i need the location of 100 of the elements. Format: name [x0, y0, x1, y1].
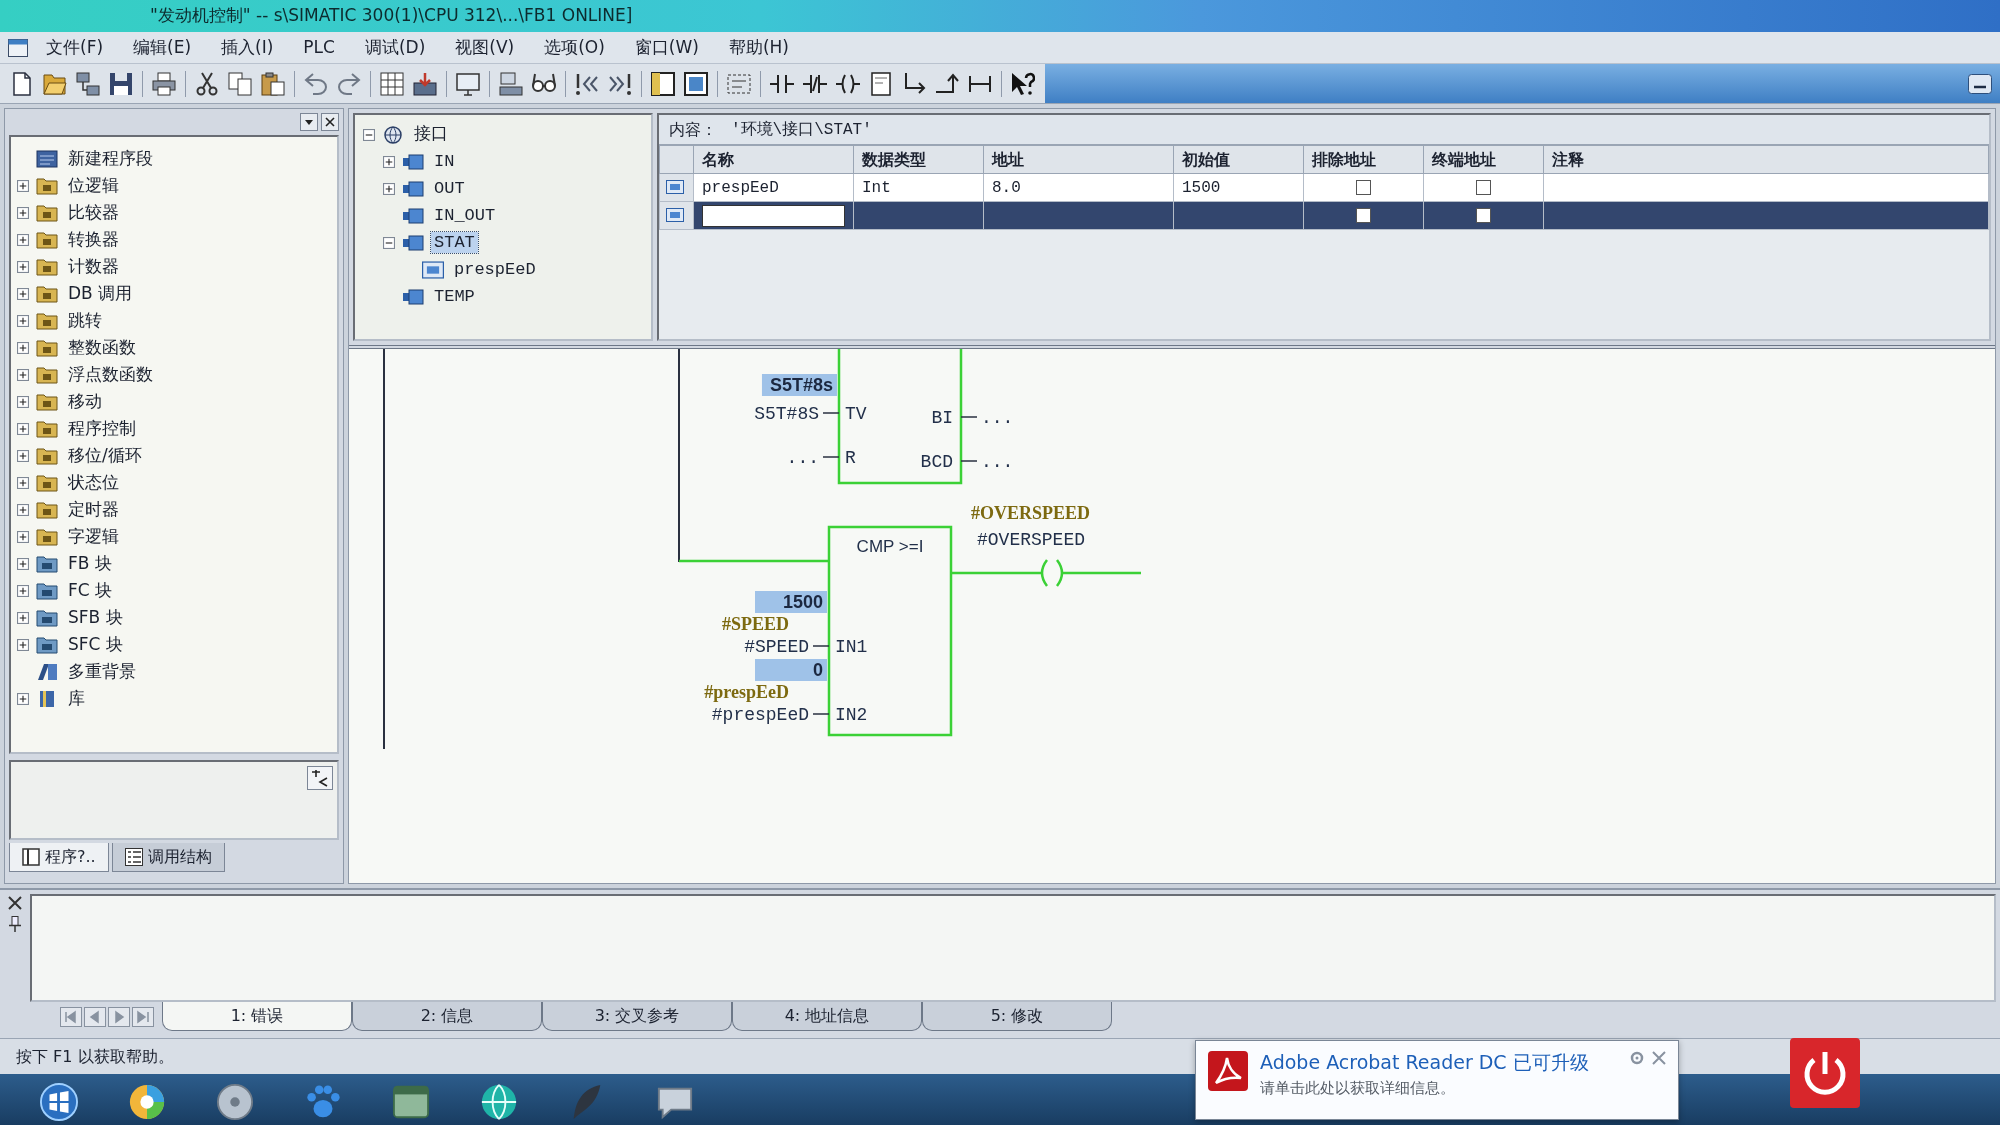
- notification-title[interactable]: Adobe Acrobat Reader DC 已可升级: [1260, 1051, 1618, 1075]
- expand-icon[interactable]: [17, 638, 29, 651]
- column-header[interactable]: 初始值: [1173, 145, 1304, 174]
- tree-item[interactable]: 字逻辑: [65, 525, 122, 548]
- previous-icon[interactable]: [84, 1007, 106, 1027]
- panel-tab[interactable]: 程序?..: [9, 843, 109, 872]
- dashed-box-icon[interactable]: [727, 71, 751, 96]
- skip-last-icon[interactable]: [132, 1007, 154, 1027]
- output-tab[interactable]: 3: 交叉参考: [542, 1002, 732, 1031]
- column-header[interactable]: 数据类型: [853, 145, 984, 174]
- menu-item[interactable]: 帮助(H): [716, 34, 801, 61]
- checkbox[interactable]: [1356, 179, 1371, 195]
- tree-item[interactable]: 比较器: [65, 201, 122, 224]
- column-header[interactable]: 注释: [1543, 145, 1989, 174]
- tree-item[interactable]: 浮点数函数: [65, 363, 156, 386]
- tree-item[interactable]: FC 块: [65, 579, 116, 602]
- output-tab[interactable]: 5: 修改: [922, 1002, 1112, 1031]
- collapse-icon[interactable]: [383, 236, 395, 249]
- expand-icon[interactable]: [17, 557, 29, 570]
- expand-icon[interactable]: [383, 155, 395, 168]
- table-row[interactable]: prespEeD Int 8.0 1500: [659, 173, 1989, 202]
- tree-item[interactable]: 接口: [411, 123, 451, 146]
- close-icon[interactable]: [321, 113, 339, 131]
- expand-icon[interactable]: [17, 530, 29, 543]
- expand-icon[interactable]: [17, 692, 29, 705]
- tree-item[interactable]: 库: [65, 687, 88, 710]
- expand-icon[interactable]: [17, 503, 29, 516]
- minimize-icon[interactable]: [1968, 73, 1992, 94]
- checkbox[interactable]: [1476, 179, 1491, 195]
- tree-item[interactable]: IN_OUT: [431, 204, 499, 227]
- image-window-icon[interactable]: [684, 71, 708, 96]
- tree-item[interactable]: SFC 块: [65, 633, 126, 656]
- menu-item[interactable]: 插入(I): [209, 34, 286, 61]
- expand-icon[interactable]: [17, 314, 29, 327]
- tree-item[interactable]: OUT: [431, 177, 468, 200]
- close-icon[interactable]: [8, 896, 22, 910]
- menu-item[interactable]: 视图(V): [443, 34, 527, 61]
- tree-item[interactable]: TEMP: [431, 285, 478, 308]
- output-tab[interactable]: 1: 错误: [162, 1002, 352, 1031]
- name-input[interactable]: [702, 204, 845, 227]
- tree-item[interactable]: 多重背景: [65, 660, 139, 683]
- computer-icon[interactable]: [499, 71, 523, 96]
- download-icon[interactable]: [413, 71, 437, 96]
- tree-item[interactable]: 转换器: [65, 228, 122, 251]
- notification-popup[interactable]: Adobe Acrobat Reader DC 已可升级 请单击此处以获取详细信息。: [1195, 1040, 1679, 1120]
- output-tab[interactable]: 2: 信息: [352, 1002, 542, 1031]
- skip-first-icon[interactable]: [60, 1007, 82, 1027]
- tree-item[interactable]: STAT: [431, 231, 478, 254]
- column-header[interactable]: 地址: [983, 145, 1174, 174]
- column-header[interactable]: 名称: [693, 145, 854, 174]
- print-icon[interactable]: [152, 71, 176, 96]
- power-icon[interactable]: [1790, 1038, 1860, 1108]
- tree-item[interactable]: DB 调用: [65, 282, 136, 305]
- expand-icon[interactable]: [17, 422, 29, 435]
- menu-item[interactable]: 编辑(E): [121, 34, 204, 61]
- expand-icon[interactable]: [383, 182, 395, 195]
- expand-icon[interactable]: [17, 233, 29, 246]
- start-orb-icon[interactable]: [40, 1082, 78, 1121]
- output-tab[interactable]: 4: 地址信息: [732, 1002, 922, 1031]
- tree-item[interactable]: 位逻辑: [65, 174, 122, 197]
- tree-item[interactable]: 移位/循环: [65, 444, 145, 467]
- copy-icon[interactable]: [228, 71, 252, 96]
- tree-item[interactable]: 新建程序段: [65, 147, 156, 170]
- save-icon[interactable]: [109, 71, 133, 96]
- expand-icon[interactable]: [17, 584, 29, 597]
- table-row[interactable]: [659, 201, 1989, 230]
- checkbox[interactable]: [1476, 207, 1491, 223]
- color-ring-icon[interactable]: [128, 1082, 166, 1121]
- column-header[interactable]: 排除地址: [1303, 145, 1424, 174]
- tree-item[interactable]: prespEeD: [451, 258, 539, 281]
- tree-item[interactable]: IN: [431, 150, 458, 173]
- paste-icon[interactable]: [261, 71, 285, 96]
- globe-icon[interactable]: [480, 1082, 518, 1121]
- jump-forward-icon[interactable]: [608, 71, 632, 96]
- new-document-icon[interactable]: [10, 71, 34, 96]
- panel-window-icon[interactable]: [651, 71, 675, 96]
- column-header[interactable]: 终端地址: [1423, 145, 1544, 174]
- jump-back-icon[interactable]: [575, 71, 599, 96]
- window-icon[interactable]: [8, 38, 28, 57]
- help-pointer-icon[interactable]: [1011, 71, 1035, 96]
- expand-icon[interactable]: [17, 287, 29, 300]
- ring-icon[interactable]: [1630, 1051, 1644, 1065]
- tree-item[interactable]: 跳转: [65, 309, 105, 332]
- next-icon[interactable]: [108, 1007, 130, 1027]
- expand-icon[interactable]: [17, 611, 29, 624]
- collapse-icon[interactable]: [363, 128, 375, 141]
- computer-network-icon[interactable]: [76, 71, 100, 96]
- branch-open-icon[interactable]: [902, 71, 926, 96]
- screen-icon[interactable]: [456, 71, 480, 96]
- menu-item[interactable]: PLC: [291, 34, 347, 61]
- tree-item[interactable]: 程序控制: [65, 417, 139, 440]
- tree-item[interactable]: SFB 块: [65, 606, 126, 629]
- tree-item[interactable]: 移动: [65, 390, 105, 413]
- tree-item[interactable]: FB 块: [65, 552, 115, 575]
- tree-item[interactable]: 整数函数: [65, 336, 139, 359]
- tree-item[interactable]: 计数器: [65, 255, 122, 278]
- expand-icon[interactable]: [17, 449, 29, 462]
- expand-icon[interactable]: [17, 206, 29, 219]
- expand-icon[interactable]: [17, 395, 29, 408]
- expand-icon[interactable]: [17, 341, 29, 354]
